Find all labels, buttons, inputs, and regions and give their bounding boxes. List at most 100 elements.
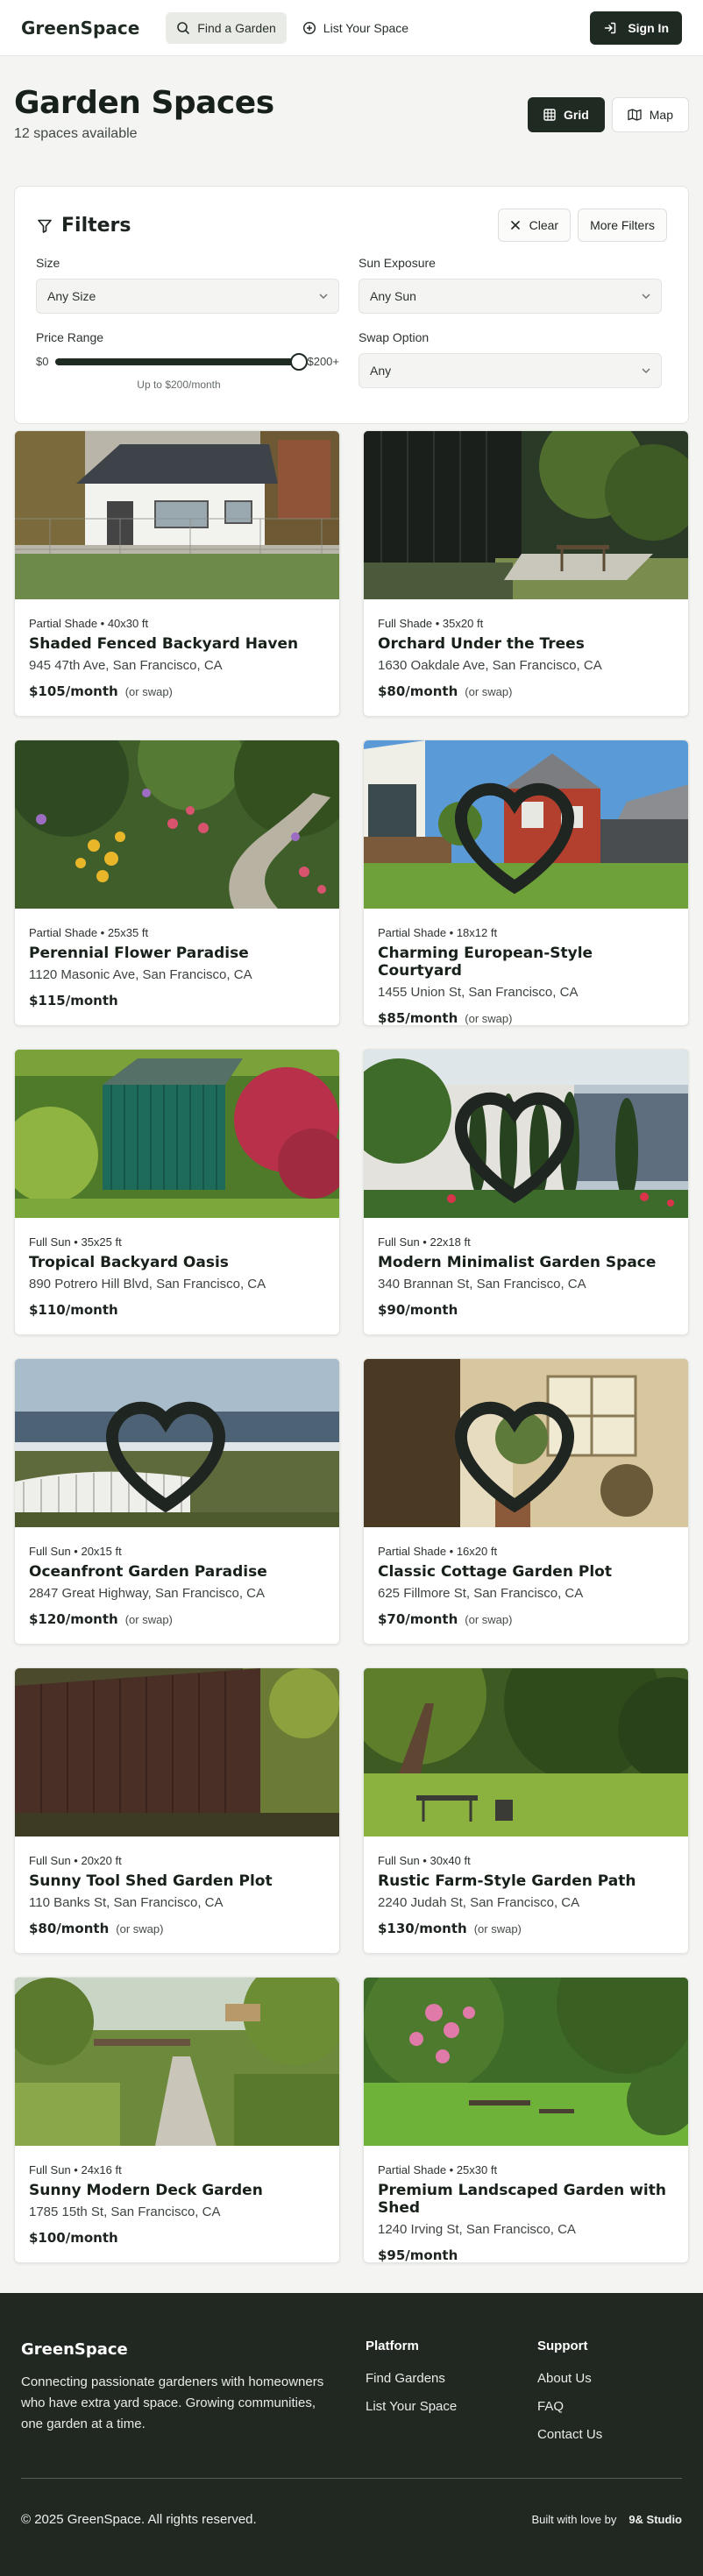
garden-card[interactable]: Partial Shade • 25x35 ft Perennial Flowe…	[14, 740, 340, 1026]
footer-link-about[interactable]: About Us	[537, 2371, 602, 2386]
garden-price: $95/month	[378, 2247, 458, 2263]
garden-address: 1240 Irving St, San Francisco, CA	[378, 2222, 576, 2237]
price-slider-track[interactable]	[55, 352, 309, 371]
garden-address: 2240 Judah St, San Francisco, CA	[378, 1895, 580, 1910]
grid-icon	[543, 109, 556, 121]
garden-price: $100/month	[29, 2230, 118, 2246]
map-view-button[interactable]: Map	[611, 97, 689, 132]
garden-card[interactable]: Full Sun • 22x18 ft Modern Minimalist Ga…	[363, 1049, 689, 1335]
find-garden-label: Find a Garden	[197, 20, 276, 35]
garden-card[interactable]: Full Sun • 20x20 ft Sunny Tool Shed Gard…	[14, 1667, 340, 1954]
garden-price: $85/month	[378, 1010, 458, 1026]
map-icon	[628, 109, 642, 121]
garden-price-row: $115/month	[29, 993, 325, 1008]
garden-card[interactable]: Full Sun • 24x16 ft Sunny Modern Deck Ga…	[14, 1977, 340, 2263]
swap-note: (or swap)	[465, 685, 513, 698]
swap-select-value: Any	[370, 364, 392, 378]
footer-description: Connecting passionate gardeners with hom…	[21, 2374, 324, 2431]
garden-photo	[364, 1050, 688, 1218]
login-icon	[605, 22, 616, 34]
garden-name: Charming European-Style Courtyard	[378, 945, 593, 980]
list-space-link[interactable]: List Your Space	[292, 12, 419, 44]
map-view-label: Map	[649, 108, 673, 122]
find-garden-link[interactable]: Find a Garden	[166, 11, 287, 44]
garden-address: 890 Potrero Hill Blvd, San Francisco, CA	[29, 1277, 266, 1292]
garden-name: Premium Landscaped Garden with Shed	[378, 2182, 666, 2217]
chevron-down-icon	[642, 294, 650, 299]
garden-card[interactable]: Partial Shade • 40x30 ft Shaded Fenced B…	[14, 430, 340, 717]
garden-address: 110 Banks St, San Francisco, CA	[29, 1895, 224, 1910]
sun-select[interactable]: Any Sun	[359, 279, 662, 314]
garden-price: $130/month	[378, 1921, 467, 1936]
garden-price: $70/month	[378, 1611, 458, 1627]
grid-view-label: Grid	[563, 108, 589, 122]
garden-address: 1785 15th St, San Francisco, CA	[29, 2204, 221, 2219]
garden-meta: Full Shade • 35x20 ft	[378, 617, 484, 630]
studio-link[interactable]: 9& Studio	[628, 2513, 682, 2526]
footer-divider	[21, 2478, 682, 2479]
footer-platform-column: Platform Find Gardens List Your Space	[366, 2339, 457, 2414]
footer-link-contact[interactable]: Contact Us	[537, 2427, 602, 2442]
top-nav: GreenSpace Find a Garden List Your Space…	[0, 0, 703, 56]
chevron-down-icon	[642, 368, 650, 373]
garden-name: Shaded Fenced Backyard Haven	[29, 635, 299, 653]
garden-card[interactable]: Full Sun • 35x25 ft Tropical Backyard Oa…	[14, 1049, 340, 1335]
garden-meta: Partial Shade • 25x30 ft	[378, 2163, 498, 2176]
garden-photo	[364, 1359, 688, 1527]
garden-meta: Full Sun • 20x20 ft	[29, 1854, 122, 1867]
garden-price: $90/month	[378, 1302, 458, 1318]
more-filters-label: More Filters	[590, 218, 655, 232]
sun-select-value: Any Sun	[370, 289, 416, 303]
grid-view-button[interactable]: Grid	[527, 97, 605, 132]
garden-card[interactable]: Partial Shade • 16x20 ft Classic Cottage…	[363, 1358, 689, 1645]
price-filter: Price Range $0 $200+ Up to $200/month	[36, 330, 339, 391]
copyright-text: © 2025 GreenSpace. All rights reserved.	[21, 2512, 257, 2527]
list-space-label: List Your Space	[323, 20, 409, 35]
garden-price-row: $80/month (or swap)	[378, 683, 674, 699]
brand-logo[interactable]: GreenSpace	[21, 18, 139, 39]
swap-note: (or swap)	[124, 1613, 173, 1626]
favorite-heart-icon[interactable]	[364, 749, 678, 909]
garden-price-row: $100/month	[29, 2230, 325, 2246]
garden-address: 340 Brannan St, San Francisco, CA	[378, 1277, 586, 1292]
garden-card[interactable]: Full Sun • 30x40 ft Rustic Farm-Style Ga…	[363, 1667, 689, 1954]
sign-in-button[interactable]: Sign In	[590, 11, 682, 45]
garden-card[interactable]: Full Sun • 20x15 ft Oceanfront Garden Pa…	[14, 1358, 340, 1645]
size-filter: Size Any Size	[36, 256, 339, 314]
garden-meta: Full Sun • 35x25 ft	[29, 1235, 122, 1249]
page-header: Garden Spaces 12 spaces available Grid M…	[0, 56, 703, 186]
garden-address: 1120 Masonic Ave, San Francisco, CA	[29, 967, 252, 982]
footer-link-find-gardens[interactable]: Find Gardens	[366, 2371, 457, 2386]
garden-price-row: $80/month (or swap)	[29, 1921, 325, 1936]
favorite-heart-icon[interactable]	[364, 1368, 678, 1527]
size-select[interactable]: Any Size	[36, 279, 339, 314]
chevron-down-icon	[319, 294, 328, 299]
garden-photo	[15, 1359, 339, 1527]
garden-meta: Full Sun • 22x18 ft	[378, 1235, 471, 1249]
garden-photo	[364, 740, 688, 909]
filters-heading: Filters	[37, 215, 131, 237]
favorite-heart-icon[interactable]	[364, 1058, 678, 1218]
garden-price-row: $120/month (or swap)	[29, 1611, 325, 1627]
swap-note: (or swap)	[473, 1922, 522, 1936]
built-by-credit: Built with love by 9& Studio	[532, 2513, 683, 2526]
price-slider-handle[interactable]	[290, 352, 309, 371]
garden-card[interactable]: Partial Shade • 18x12 ft Charming Europe…	[363, 740, 689, 1026]
more-filters-button[interactable]: More Filters	[578, 209, 667, 242]
garden-price-row: $95/month	[378, 2247, 674, 2263]
filter-actions: Clear More Filters	[497, 209, 667, 242]
swap-select[interactable]: Any	[359, 353, 662, 388]
clear-filters-button[interactable]: Clear	[497, 209, 572, 242]
garden-price-row: $110/month	[29, 1302, 325, 1318]
footer-link-list-space[interactable]: List Your Space	[366, 2399, 457, 2414]
footer-brand[interactable]: GreenSpace	[21, 2340, 128, 2359]
favorite-heart-icon[interactable]	[15, 1368, 329, 1527]
garden-card[interactable]: Partial Shade • 25x30 ft Premium Landsca…	[363, 1977, 689, 2263]
garden-price: $110/month	[29, 1302, 118, 1318]
footer-link-faq[interactable]: FAQ	[537, 2399, 602, 2414]
garden-name: Sunny Modern Deck Garden	[29, 2182, 263, 2199]
garden-photo	[15, 1668, 339, 1836]
garden-name: Sunny Tool Shed Garden Plot	[29, 1872, 273, 1890]
garden-card[interactable]: Full Shade • 35x20 ft Orchard Under the …	[363, 430, 689, 717]
garden-address: 2847 Great Highway, San Francisco, CA	[29, 1586, 266, 1601]
